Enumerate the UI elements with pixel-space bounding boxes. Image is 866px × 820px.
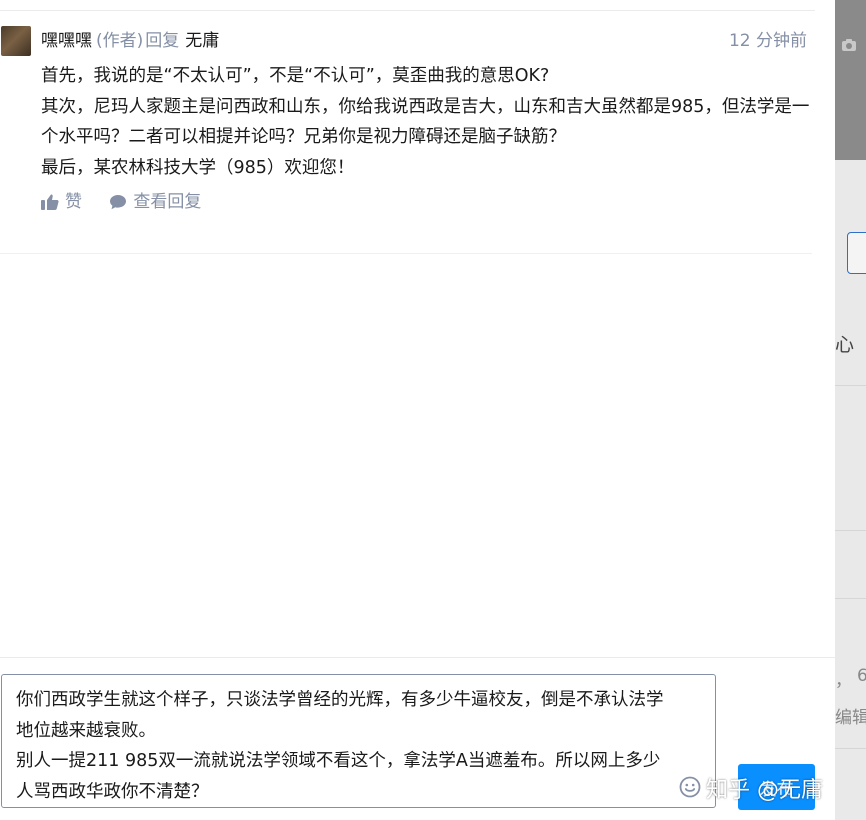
avatar[interactable] xyxy=(1,26,31,56)
background-header xyxy=(835,0,866,160)
divider xyxy=(0,253,812,254)
reply-input-line: 你们西政学生就这个样子，只谈法学曾经的光辉，有多少牛逼校友，倒是不承认法学地位越… xyxy=(16,690,664,741)
comment-actions: 赞 查看回复 xyxy=(41,190,223,214)
scrollbar[interactable] xyxy=(815,0,835,655)
like-button[interactable]: 赞 xyxy=(41,190,82,214)
comment-meta: 嘿嘿嘿 (作者) 回复 无庸 xyxy=(41,29,219,53)
comment-line: 最后，某农林科技大学（985）欢迎您！ xyxy=(41,157,355,178)
background-text-fragment: ， xyxy=(835,671,852,691)
watermark: 知乎 @无庸 xyxy=(706,778,823,803)
thumbs-up-icon xyxy=(41,194,59,210)
background-text-fragment: 6 xyxy=(857,666,866,686)
author-tag: (作者) xyxy=(96,31,144,51)
comment-reply-modal: 嘿嘿嘿 (作者) 回复 无庸 12 分钟前 首先，我说的是“不太认可”，不是“不认可”… xyxy=(0,0,835,820)
divider xyxy=(0,657,835,658)
comment-line: 其次，尼玛人家题主是问西政和山东，你给我说西政是吉大，山东和吉大虽然都是985，… xyxy=(41,96,810,148)
comment-time: 12 分钟前 xyxy=(728,31,807,51)
reply-label: 回复 xyxy=(145,31,180,51)
emoji-smile-icon[interactable] xyxy=(679,776,701,802)
author-name[interactable]: 嘿嘿嘿 xyxy=(41,31,92,51)
comment-line: 首先，我说的是“不太认可”，不是“不认可”，莫歪曲我的意思OK? xyxy=(41,66,550,86)
camera-icon xyxy=(841,38,857,56)
view-replies-label: 查看回复 xyxy=(133,192,202,212)
reply-input-line: 别人一提211 985双一流就说法学领域不看这个，拿法学A当遮羞布。所以网上多少… xyxy=(16,751,661,802)
background-button-fragment xyxy=(847,232,866,274)
background-text-fragment: 心 xyxy=(835,334,855,356)
like-label: 赞 xyxy=(65,192,82,212)
reply-input[interactable]: 你们西政学生就这个样子，只谈法学曾经的光辉，有多少牛逼校友，倒是不承认法学地位越… xyxy=(1,674,716,808)
background-edit-link: 编辑 xyxy=(835,708,866,728)
reply-to-user[interactable]: 无庸 xyxy=(185,31,219,51)
comment-body: 首先，我说的是“不太认可”，不是“不认可”，莫歪曲我的意思OK? 其次，尼玛人家… xyxy=(41,61,811,183)
divider xyxy=(835,748,866,749)
view-replies-button[interactable]: 查看回复 xyxy=(109,190,201,214)
divider xyxy=(835,530,866,531)
divider xyxy=(835,385,866,386)
divider xyxy=(835,598,866,599)
divider xyxy=(0,10,815,11)
background-page: 心 ， 6 编辑 xyxy=(835,0,866,820)
chat-bubble-icon xyxy=(110,195,127,210)
